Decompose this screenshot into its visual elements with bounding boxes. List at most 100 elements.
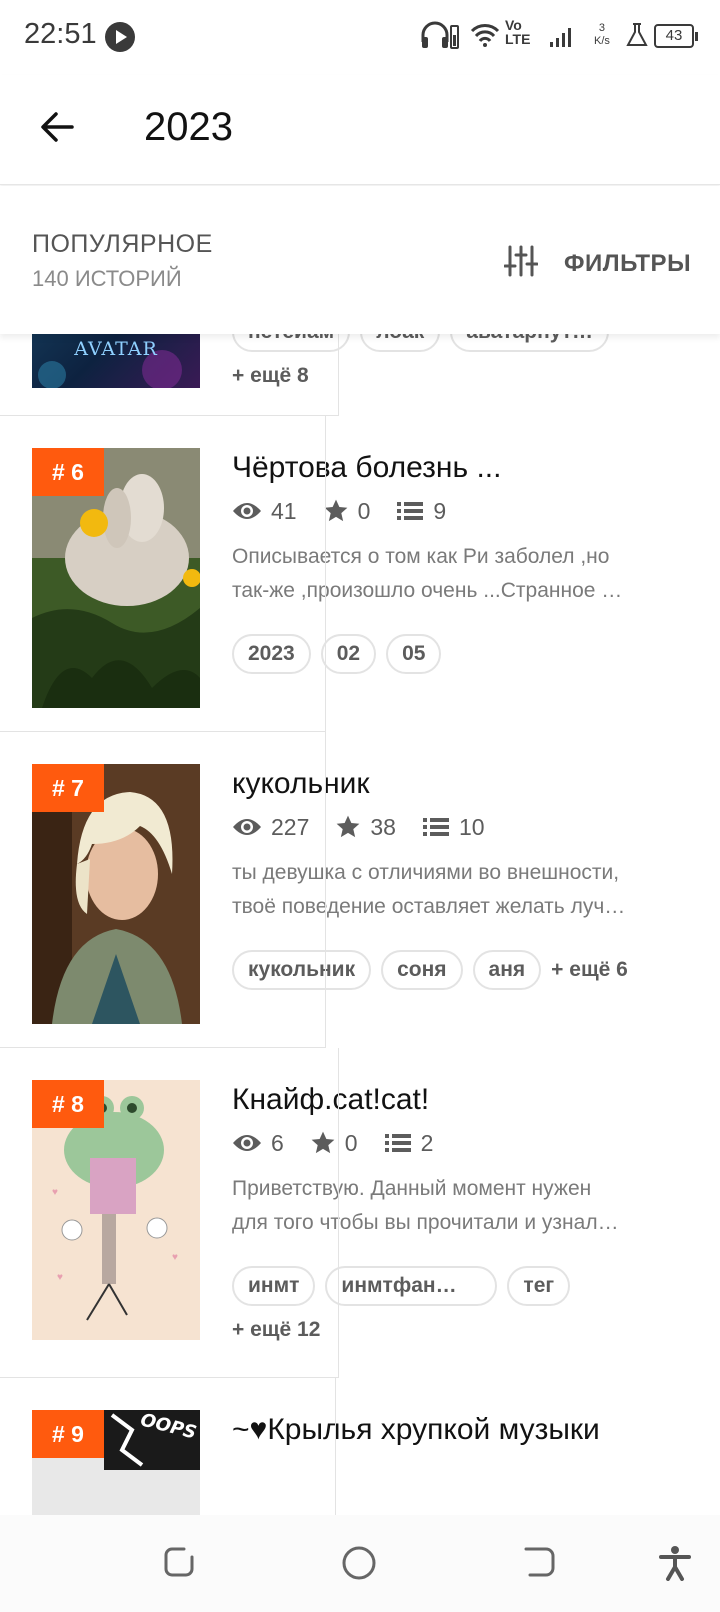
divider — [325, 416, 326, 732]
stars-stat: 38 — [335, 814, 396, 841]
stars-stat: 0 — [310, 1130, 358, 1157]
network-speed: 3 K/s — [594, 22, 610, 48]
story-title[interactable]: Чёртова болезнь ... — [232, 451, 501, 485]
stars-stat: 0 — [323, 497, 371, 525]
tag[interactable]: тег — [507, 1266, 571, 1306]
home-icon[interactable] — [341, 1545, 377, 1581]
description-line: для того чтобы вы прочитали и узнал… — [232, 1211, 619, 1234]
story-card[interactable]: # 7 кукольник 227 38 10 ты девушка с отл… — [0, 732, 720, 1048]
tag[interactable]: кукольник — [232, 950, 372, 990]
story-title[interactable]: Кнайф.cat!cat! — [232, 1083, 429, 1117]
story-title[interactable]: кукольник — [232, 767, 370, 801]
tag[interactable]: 05 — [386, 634, 442, 674]
list-icon — [384, 1134, 411, 1152]
tag[interactable]: инмт — [232, 1266, 316, 1306]
cover-text: AVATAR — [74, 338, 158, 360]
page-title: 2023 — [144, 105, 233, 149]
divider — [338, 1048, 339, 1378]
wifi-icon — [470, 24, 500, 47]
story-cover: ♥ ♥ ♥ # 8 — [32, 1080, 200, 1340]
list-icon — [422, 818, 449, 836]
svg-text:♥: ♥ — [172, 1252, 178, 1263]
description-line: ты девушка с отличиями во внешности, — [232, 861, 620, 884]
headphones-icon — [421, 21, 459, 49]
flask-icon — [626, 23, 648, 46]
speed-value: 3 — [598, 22, 606, 34]
story-cover: # 7 — [32, 764, 200, 1024]
story-card[interactable]: # 6 Чёртова болезнь ... 41 0 9 Описывает… — [0, 416, 720, 732]
tag-list: 2023 02 05 — [232, 634, 451, 674]
more-tags[interactable]: + ещё 8 — [232, 364, 309, 388]
views-stat: 6 — [232, 1130, 284, 1157]
views-count: 41 — [271, 497, 297, 524]
battery-indicator: 43 — [654, 24, 698, 48]
speed-unit: K/s — [594, 35, 610, 47]
views-stat: 227 — [232, 814, 309, 841]
tag[interactable]: 2023 — [232, 634, 311, 674]
star-icon — [311, 1131, 335, 1154]
views-stat: 41 — [232, 498, 297, 525]
chapters-count: 9 — [433, 497, 447, 524]
story-stats: 6 0 2 — [232, 1128, 459, 1158]
sort-bar: ПОПУЛЯРНОЕ 140 ИСТОРИЙ ФИЛЬТРЫ — [0, 186, 720, 334]
tag[interactable]: соня — [381, 950, 463, 990]
story-description: ты девушка с отличиями во внешности, тво… — [232, 856, 692, 924]
svg-text:♥: ♥ — [57, 1272, 63, 1283]
eye-icon — [233, 503, 261, 519]
tag-list: кукольник соня аня + ещё 6 — [232, 950, 628, 990]
description-line: так-же ,произошло очень ...Странное … — [232, 579, 623, 602]
network-type: Vo LTE — [505, 18, 530, 46]
status-time: 22:51 — [24, 18, 97, 50]
rank-badge: # 8 — [32, 1080, 104, 1128]
chapters-count: 10 — [458, 813, 485, 840]
sliders-icon — [504, 245, 538, 277]
divider — [335, 1378, 336, 1515]
story-count: 140 ИСТОРИЙ — [32, 266, 182, 291]
filter-label: ФИЛЬТРЫ — [564, 250, 692, 277]
accessibility-icon[interactable] — [658, 1545, 692, 1581]
network-type-bottom: LTE — [505, 31, 531, 47]
story-cover: OOPS # 9 — [32, 1410, 200, 1515]
screen-record-icon — [105, 22, 135, 52]
sort-label[interactable]: ПОПУЛЯРНОЕ — [32, 230, 213, 259]
eye-icon — [233, 819, 261, 835]
rank-badge: # 7 — [32, 764, 104, 812]
tag-list: инмт инмтфан… тег — [232, 1266, 580, 1306]
network-type-top: Vo — [505, 17, 522, 33]
views-count: 227 — [271, 813, 310, 840]
tag[interactable]: аня — [472, 950, 542, 990]
svg-text:♥: ♥ — [52, 1187, 58, 1198]
eye-icon — [233, 1135, 261, 1151]
status-bar: 22:51 Vo LTE 3 K/s 43 — [0, 0, 720, 75]
stars-count: 0 — [357, 497, 371, 524]
recent-apps-icon[interactable] — [162, 1545, 196, 1579]
divider — [325, 732, 326, 1048]
stars-count: 0 — [344, 1129, 358, 1156]
story-description: Приветствую. Данный момент нужен для тог… — [232, 1172, 692, 1240]
chapters-stat: 9 — [396, 498, 446, 525]
chapters-stat: 2 — [384, 1129, 434, 1157]
chapters-count: 2 — [420, 1129, 434, 1156]
star-icon — [324, 499, 347, 522]
story-description: Описывается о том как Ри заболел ,но так… — [232, 540, 692, 608]
app-bar: 2023 — [0, 75, 720, 185]
more-tags[interactable]: + ещё 6 — [551, 958, 628, 982]
story-list[interactable]: AVATAR нетеиам лоак аватарпут… + ещё 8 — [0, 280, 720, 1515]
list-icon — [397, 502, 424, 520]
stars-count: 38 — [370, 813, 396, 840]
views-count: 6 — [271, 1129, 284, 1156]
back-nav-icon[interactable] — [522, 1545, 556, 1579]
rank-badge: # 9 — [32, 1410, 104, 1458]
story-card[interactable]: ♥ ♥ ♥ # 8 Кнайф.cat!cat! 6 0 2 Приветств… — [0, 1048, 720, 1378]
more-tags[interactable]: + ещё 12 — [232, 1318, 320, 1342]
tag[interactable]: 02 — [320, 634, 377, 674]
story-card[interactable]: OOPS # 9 ~♥Крылья хрупкой музыки — [0, 1378, 720, 1515]
description-line: твоё поведение оставляет желать луч… — [232, 895, 626, 918]
description-line: Описывается о том как Ри заболел ,но — [232, 545, 610, 568]
tag[interactable]: инмтфан… — [325, 1266, 498, 1306]
filter-button[interactable]: ФИЛЬТРЫ — [500, 244, 700, 284]
story-title[interactable]: ~♥Крылья хрупкой музыки — [232, 1413, 600, 1447]
star-icon — [337, 815, 360, 838]
story-cover: # 6 — [32, 448, 200, 708]
arrow-left-icon[interactable] — [36, 105, 80, 149]
